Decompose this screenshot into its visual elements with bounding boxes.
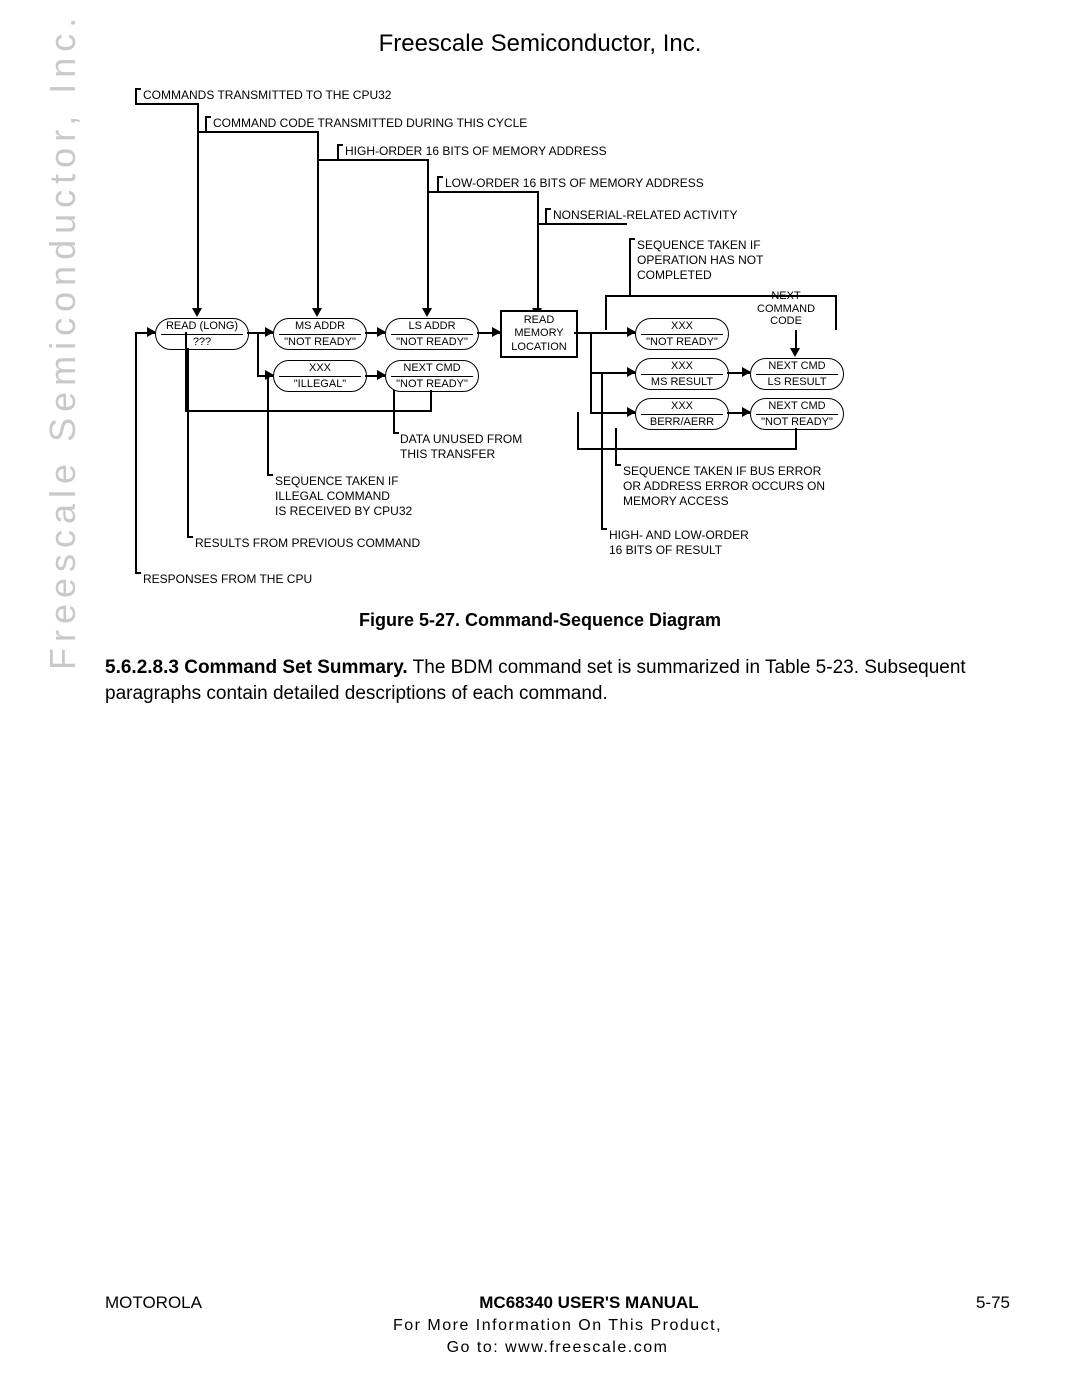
label-data-unused: DATA UNUSED FROM THIS TRANSFER — [400, 432, 522, 462]
label-nonserial: NONSERIAL-RELATED ACTIVITY — [553, 208, 737, 223]
footer-center: MC68340 USER'S MANUAL — [479, 1293, 698, 1313]
page-header: Freescale Semiconductor, Inc. — [0, 0, 1080, 58]
label-high-order: HIGH-ORDER 16 BITS OF MEMORY ADDRESS — [345, 144, 607, 159]
label-command-code: COMMAND CODE TRANSMITTED DURING THIS CYC… — [213, 116, 527, 131]
label-high-low-result: HIGH- AND LOW-ORDER 16 BITS OF RESULT — [609, 528, 749, 558]
node-ls-addr: LS ADDR "NOT READY" — [385, 318, 479, 350]
node-next-cmd-ls-result: NEXT CMD LS RESULT — [750, 358, 844, 390]
node-xxx-berr: XXX BERR/AERR — [635, 398, 729, 430]
body-paragraph: 5.6.2.8.3 Command Set Summary. The BDM c… — [105, 655, 1010, 706]
watermark-text: Freescale Semiconductor, Inc. — [42, 12, 84, 670]
label-seq-bus-error: SEQUENCE TAKEN IF BUS ERROR OR ADDRESS E… — [623, 464, 825, 509]
label-responses-cpu: RESPONSES FROM THE CPU — [143, 572, 312, 587]
node-xxx-ms-result: XXX MS RESULT — [635, 358, 729, 390]
label-seq-not-completed: SEQUENCE TAKEN IF OPERATION HAS NOT COMP… — [637, 238, 763, 283]
label-low-order: LOW-ORDER 16 BITS OF MEMORY ADDRESS — [445, 176, 704, 191]
label-results-prev: RESULTS FROM PREVIOUS COMMAND — [195, 536, 420, 551]
label-next-command-code: NEXT COMMAND CODE — [757, 290, 815, 328]
footer-left: MOTOROLA — [105, 1293, 202, 1313]
node-next-cmd-not-ready-right: NEXT CMD "NOT READY" — [750, 398, 844, 430]
label-commands-transmitted: COMMANDS TRANSMITTED TO THE CPU32 — [143, 88, 391, 103]
node-ms-addr: MS ADDR "NOT READY" — [273, 318, 367, 350]
figure-caption: Figure 5-27. Command-Sequence Diagram — [0, 610, 1080, 631]
command-sequence-diagram: COMMANDS TRANSMITTED TO THE CPU32 COMMAN… — [105, 80, 985, 600]
footer-sub2: Go to: www.freescale.com — [105, 1339, 1010, 1357]
section-heading: 5.6.2.8.3 Command Set Summary. — [105, 657, 408, 678]
page-footer: MOTOROLA MC68340 USER'S MANUAL 5-75 For … — [105, 1293, 1010, 1357]
node-read-memory-location: READ MEMORY LOCATION — [500, 310, 578, 358]
node-read-long: READ (LONG) ??? — [155, 318, 249, 350]
footer-sub1: For More Information On This Product, — [105, 1317, 1010, 1335]
node-xxx-illegal: XXX "ILLEGAL" — [273, 360, 367, 392]
node-next-cmd-not-ready-lower: NEXT CMD "NOT READY" — [385, 360, 479, 392]
node-xxx-not-ready: XXX "NOT READY" — [635, 318, 729, 350]
label-seq-illegal: SEQUENCE TAKEN IF ILLEGAL COMMAND IS REC… — [275, 474, 412, 519]
footer-right: 5-75 — [976, 1293, 1010, 1313]
